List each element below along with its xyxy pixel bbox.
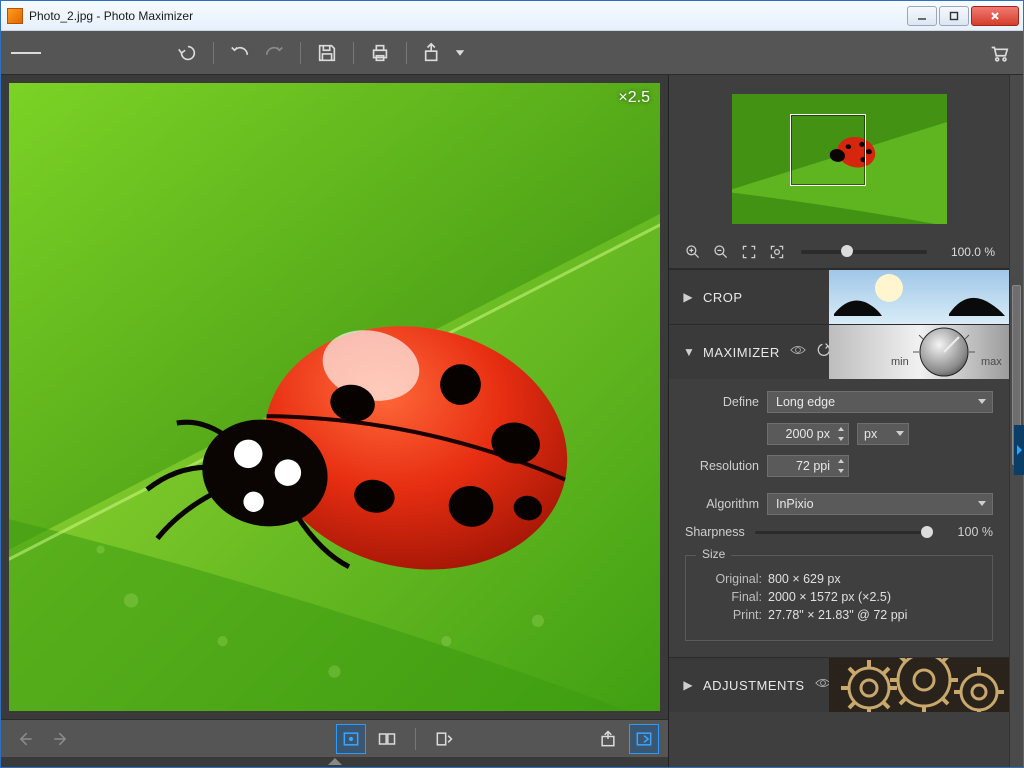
apply-button[interactable] [630, 725, 658, 753]
chevron-right-icon: ▶ [683, 290, 693, 304]
algorithm-select[interactable]: InPixio [767, 493, 993, 515]
next-image-button[interactable] [47, 725, 75, 753]
resolution-input[interactable]: 72 ppi [767, 455, 849, 477]
fit-screen-icon[interactable] [739, 242, 759, 262]
sharpness-label: Sharpness [685, 525, 745, 539]
redo-button[interactable] [260, 39, 288, 67]
crop-title: CROP [703, 290, 743, 305]
dropdown-icon [978, 501, 986, 506]
main-area: ×2.5 [1, 75, 1023, 767]
maximizer-header[interactable]: ▼ MAXIMIZER [669, 325, 1009, 379]
spin-up-icon[interactable] [834, 424, 848, 434]
canvas-column: ×2.5 [1, 75, 668, 767]
menu-button[interactable] [11, 39, 41, 67]
maximizer-header-bg: min max [829, 325, 1009, 379]
algorithm-label: Algorithm [685, 497, 759, 511]
view-split-button[interactable] [373, 725, 401, 753]
spin-down-icon[interactable] [834, 434, 848, 444]
zoom-in-icon[interactable] [683, 242, 703, 262]
bottom-toolbar [1, 719, 668, 757]
crop-header-bg [829, 270, 1009, 324]
adjustments-section: ▶ ADJUSTMENTS [669, 657, 1009, 712]
photo-image [9, 83, 660, 711]
zoom-badge: ×2.5 [618, 89, 650, 107]
window-titlebar[interactable]: Photo_2.jpg - Photo Maximizer [1, 1, 1023, 31]
window-minimize-button[interactable] [907, 6, 937, 26]
zoom-percent: 100.0 % [941, 245, 995, 259]
adjustments-title: ADJUSTMENTS [703, 678, 805, 693]
chevron-down-icon: ▼ [683, 345, 693, 359]
view-single-button[interactable] [337, 725, 365, 753]
actual-size-icon[interactable] [767, 242, 787, 262]
size-legend: Size [696, 547, 731, 561]
zoom-out-icon[interactable] [711, 242, 731, 262]
flyout-tab[interactable] [1014, 425, 1024, 475]
zoom-slider[interactable] [801, 250, 927, 254]
save-button[interactable] [313, 39, 341, 67]
side-scrollbar[interactable] [1009, 75, 1023, 767]
image-canvas[interactable]: ×2.5 [9, 83, 660, 711]
dropdown-icon [896, 431, 904, 436]
filmstrip-expand-tab[interactable] [1, 757, 668, 767]
print-value: 27.78" × 21.83" @ 72 ppi [768, 608, 907, 622]
sharpness-slider[interactable] [755, 531, 933, 534]
maximizer-title: MAXIMIZER [703, 345, 780, 360]
final-value: 2000 × 1572 px (×2.5) [768, 590, 891, 604]
original-key: Original: [700, 572, 762, 586]
window-frame: Photo_2.jpg - Photo Maximizer [0, 0, 1024, 768]
zoom-slider-knob[interactable] [841, 245, 853, 257]
app-icon [7, 8, 23, 24]
spin-up-icon[interactable] [834, 456, 848, 466]
final-key: Final: [700, 590, 762, 604]
undo-button[interactable] [226, 39, 254, 67]
size-value: 2000 px [786, 427, 830, 441]
resolution-value: 72 ppi [796, 459, 830, 473]
algorithm-value: InPixio [776, 497, 814, 511]
crop-header[interactable]: ▶ CROP [669, 270, 1009, 324]
dial-max-label: max [981, 356, 1002, 368]
chevron-right-icon: ▶ [683, 678, 693, 692]
dial-min-label: min [891, 356, 909, 368]
maximizer-section: ▼ MAXIMIZER [669, 324, 1009, 657]
cart-button[interactable] [985, 39, 1013, 67]
dropdown-icon [978, 399, 986, 404]
spin-down-icon[interactable] [834, 466, 848, 476]
navigator-marquee[interactable] [790, 114, 866, 186]
prev-image-button[interactable] [11, 725, 39, 753]
adjustments-header-bg [829, 658, 1009, 712]
visibility-eye-icon[interactable] [790, 343, 806, 361]
size-unit: px [864, 427, 877, 441]
swap-button[interactable] [430, 725, 458, 753]
resolution-label: Resolution [685, 459, 759, 473]
define-value: Long edge [776, 395, 835, 409]
size-input[interactable]: 2000 px [767, 423, 849, 445]
maximizer-body: Define Long edge 2000 px px Resolution 7… [669, 379, 1009, 657]
navigator-preview[interactable] [669, 75, 1009, 235]
window-maximize-button[interactable] [939, 6, 969, 26]
zoom-controls: 100.0 % [669, 235, 1009, 269]
share-button[interactable] [419, 39, 447, 67]
window-title: Photo_2.jpg - Photo Maximizer [29, 9, 193, 23]
navigator-thumb[interactable] [732, 94, 947, 224]
size-summary-box: Size Original:800 × 629 px Final:2000 × … [685, 555, 993, 641]
app-body: ×2.5 [1, 31, 1023, 767]
share-dropdown-icon[interactable] [453, 39, 467, 67]
define-select[interactable]: Long edge [767, 391, 993, 413]
sharpness-percent: 100 % [943, 525, 993, 539]
sharpness-knob[interactable] [921, 526, 933, 538]
top-toolbar [1, 31, 1023, 75]
size-unit-select[interactable]: px [857, 423, 909, 445]
define-label: Define [685, 395, 759, 409]
original-value: 800 × 629 px [768, 572, 841, 586]
adjustments-header[interactable]: ▶ ADJUSTMENTS [669, 658, 1009, 712]
print-key: Print: [700, 608, 762, 622]
print-button[interactable] [366, 39, 394, 67]
export-button[interactable] [594, 725, 622, 753]
crop-section: ▶ CROP [669, 269, 1009, 324]
side-panel: 100.0 % ▶ CROP [668, 75, 1023, 767]
window-close-button[interactable] [971, 6, 1019, 26]
undo-all-button[interactable] [173, 39, 201, 67]
